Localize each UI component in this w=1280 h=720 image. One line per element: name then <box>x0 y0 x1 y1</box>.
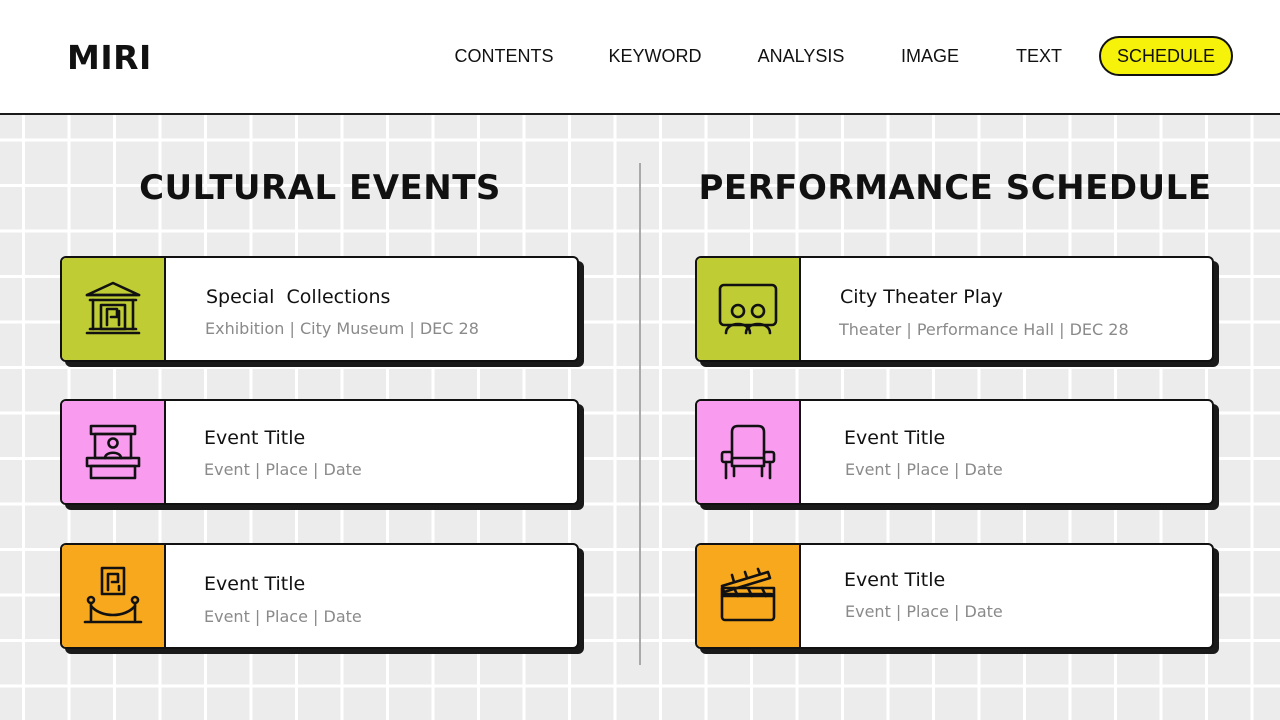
card-title: Event Title <box>204 427 306 449</box>
clapperboard-icon <box>697 545 801 647</box>
card-subtitle: Exhibition | City Museum | DEC 28 <box>205 319 479 338</box>
card-title: Event Title <box>844 569 946 591</box>
gallery-rope-icon <box>62 545 166 647</box>
nav-image[interactable]: IMAGE <box>895 36 965 76</box>
card-title: Event Title <box>204 573 306 595</box>
cultural-event-card[interactable]: Event Title Event | Place | Date <box>60 399 579 505</box>
card-subtitle: Event | Place | Date <box>845 602 1003 621</box>
column-divider <box>639 163 641 665</box>
nav-keyword[interactable]: KEYWORD <box>603 36 707 76</box>
audience-screen-icon <box>697 258 801 360</box>
card-subtitle: Event | Place | Date <box>204 607 362 626</box>
cultural-events-title: CULTURAL EVENTS <box>139 168 501 208</box>
card-title: Special Collections <box>206 286 391 308</box>
card-subtitle: Event | Place | Date <box>845 460 1003 479</box>
main-nav: CONTENTS KEYWORD ANALYSIS IMAGE TEXT SCH… <box>0 36 1280 76</box>
nav-schedule[interactable]: SCHEDULE <box>1099 36 1233 76</box>
theater-seat-icon <box>697 401 801 503</box>
top-navigation-bar: MIRI CONTENTS KEYWORD ANALYSIS IMAGE TEX… <box>0 0 1280 115</box>
cultural-event-card[interactable]: Event Title Event | Place | Date <box>60 543 579 649</box>
performance-card[interactable]: Event Title Event | Place | Date <box>695 399 1214 505</box>
ticket-booth-icon <box>62 401 166 503</box>
performance-card[interactable]: Event Title Event | Place | Date <box>695 543 1214 649</box>
museum-icon <box>62 258 166 360</box>
nav-text[interactable]: TEXT <box>1008 36 1070 76</box>
performance-schedule-title: PERFORMANCE SCHEDULE <box>698 168 1212 208</box>
performance-card[interactable]: City Theater Play Theater | Performance … <box>695 256 1214 362</box>
nav-analysis[interactable]: ANALYSIS <box>750 36 852 76</box>
nav-contents[interactable]: CONTENTS <box>448 36 560 76</box>
cultural-event-card[interactable]: Special Collections Exhibition | City Mu… <box>60 256 579 362</box>
card-subtitle: Event | Place | Date <box>204 460 362 479</box>
card-title: City Theater Play <box>840 286 1003 308</box>
card-subtitle: Theater | Performance Hall | DEC 28 <box>839 320 1129 339</box>
card-title: Event Title <box>844 427 946 449</box>
